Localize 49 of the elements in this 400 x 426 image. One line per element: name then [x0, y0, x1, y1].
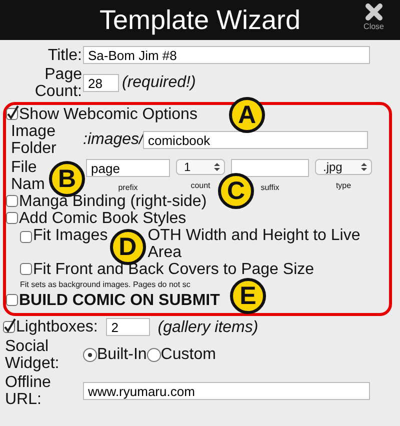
dropdown[interactable]: .jpg [315, 159, 372, 175]
checkbox[interactable] [20, 263, 32, 275]
radio-button[interactable] [83, 348, 97, 362]
field-label: Page Count: [34, 66, 82, 100]
stepper-icon [214, 162, 220, 172]
checkbox[interactable] [20, 231, 32, 243]
caption: count [190, 181, 210, 190]
checkbox-label: Lightboxes: [16, 318, 98, 336]
checkbox-label: OTH Width and Height to Live Area [148, 227, 362, 261]
checkbox-label: BUILD COMIC ON SUBMIT [19, 292, 220, 309]
checkbox[interactable] [6, 294, 18, 306]
field-label: Offline URL: [4, 374, 52, 408]
caption: prefix [118, 183, 138, 192]
page-count-field[interactable]: 28 [83, 74, 119, 92]
path-text: :images/ [83, 131, 143, 149]
close-button[interactable]: Close [364, 3, 384, 31]
field-label: File Nam [11, 159, 46, 193]
window-title: Template Wizard [99, 4, 301, 36]
checkbox[interactable] [6, 195, 18, 207]
field-label: Social Widget: [4, 338, 60, 372]
stepper-icon [361, 162, 367, 172]
checkbox[interactable] [6, 108, 18, 120]
folder-field[interactable]: comicbook [143, 131, 368, 149]
lightbox-count-field[interactable]: 2 [106, 318, 150, 336]
callout-badge: C [218, 173, 254, 209]
checkbox[interactable] [3, 320, 15, 332]
checkbox-label: Fit Images [33, 227, 108, 244]
checkbox[interactable] [6, 212, 18, 224]
field-label: Title: [46, 46, 82, 64]
title-field[interactable]: Sa-Bom Jim #8 [83, 46, 370, 64]
text-field[interactable]: page [86, 159, 170, 177]
checkbox-label: Show Webcomic Options [19, 106, 198, 123]
note-text: Fit sets as background images. Pages do not sc [20, 280, 190, 289]
url-field[interactable]: www.ryumaru.com [83, 382, 370, 400]
field-label: Image Folder [10, 123, 58, 157]
callout-badge: E [230, 278, 266, 314]
callout-badge: A [229, 97, 265, 133]
dropdown[interactable]: 1 [176, 159, 225, 175]
caption: type [336, 181, 352, 190]
radio-label: Custom [160, 346, 216, 364]
caption: suffix [260, 183, 280, 192]
radio-label: Built-In [97, 346, 147, 364]
hint-text: (gallery items) [158, 318, 258, 336]
radio-button[interactable] [146, 348, 161, 362]
text-field[interactable] [231, 159, 309, 177]
callout-badge: D [110, 229, 146, 265]
close-icon [364, 3, 383, 21]
hint-text: (required!) [122, 74, 196, 92]
checkbox-label: Add Comic Book Styles [19, 210, 186, 227]
